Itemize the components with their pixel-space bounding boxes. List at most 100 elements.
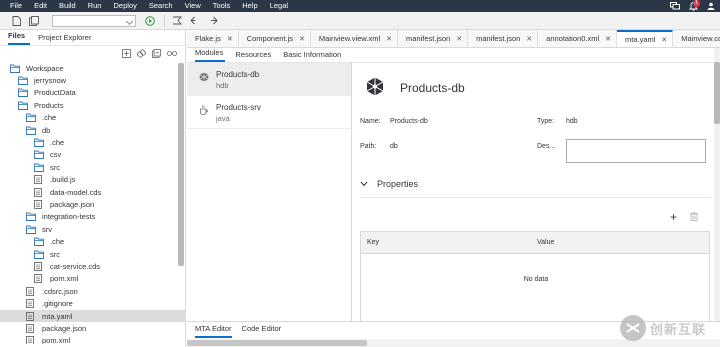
tree-item-label: cat-service.cds bbox=[50, 261, 101, 271]
folder-icon bbox=[26, 113, 36, 123]
link-editor-icon[interactable] bbox=[137, 49, 146, 60]
tab-files[interactable]: Files bbox=[8, 31, 31, 45]
forward-icon[interactable] bbox=[205, 13, 221, 29]
editor-tab[interactable]: Mainview.co bbox=[673, 30, 720, 47]
description-input[interactable] bbox=[566, 139, 706, 163]
tree-item[interactable]: .che bbox=[0, 112, 185, 124]
new-file-icon[interactable] bbox=[8, 13, 24, 29]
editor-tab[interactable]: Component.js ✕ bbox=[239, 30, 311, 47]
tree-item[interactable]: package.json bbox=[0, 198, 185, 210]
tree-item[interactable]: src bbox=[0, 248, 185, 260]
editor-tab[interactable]: Mainview.view.xml ✕ bbox=[311, 30, 399, 47]
menubar: File Edit Build Run Deploy Search View T… bbox=[0, 0, 720, 12]
collapse-all-icon[interactable] bbox=[152, 48, 161, 60]
menu-view[interactable]: View bbox=[179, 0, 207, 12]
notification-count-badge: 1 bbox=[692, 0, 700, 7]
module-type: java bbox=[216, 114, 230, 123]
tree-item-label: src bbox=[50, 162, 60, 172]
show-hidden-icon[interactable] bbox=[167, 49, 177, 59]
tab-mta-editor[interactable]: MTA Editor bbox=[195, 322, 232, 338]
file-icon bbox=[34, 274, 44, 284]
tree-item-label: .gitignore bbox=[42, 299, 73, 309]
module-item-products-srv[interactable]: Products-srv java bbox=[187, 96, 351, 129]
tree-item[interactable]: .che bbox=[0, 235, 185, 247]
editor-tab[interactable]: annotation0.xml ✕ bbox=[538, 30, 617, 47]
editor-tab[interactable]: Flake.js ✕ bbox=[187, 30, 239, 47]
module-item-products-db[interactable]: Products-db hdb bbox=[187, 63, 351, 96]
folder-icon bbox=[26, 225, 36, 234]
tree-item[interactable]: data-model.cds bbox=[0, 186, 185, 198]
tab-project-explorer[interactable]: Project Explorer bbox=[38, 33, 96, 45]
tree-item-label: pom.xml bbox=[42, 336, 71, 344]
module-type: hdb bbox=[216, 81, 229, 90]
tree-item-label: .che bbox=[50, 138, 65, 148]
tree-item[interactable]: package.json bbox=[0, 322, 185, 334]
tree-item[interactable]: .build.js bbox=[0, 174, 185, 186]
close-tab-icon[interactable]: ✕ bbox=[605, 35, 611, 43]
tree-item[interactable]: Products bbox=[0, 99, 185, 111]
close-tab-icon[interactable]: ✕ bbox=[386, 35, 392, 43]
close-tab-icon[interactable]: ✕ bbox=[661, 36, 667, 44]
tree-item[interactable]: cat-service.cds bbox=[0, 260, 185, 272]
add-property-button[interactable]: + bbox=[670, 211, 677, 223]
tab-modules[interactable]: Modules bbox=[195, 48, 226, 62]
tree-item[interactable]: .gitignore bbox=[0, 297, 185, 309]
editor-tab[interactable]: manifest.json ✕ bbox=[398, 30, 469, 47]
bookmark-icon[interactable] bbox=[169, 13, 185, 29]
name-value: Products-db bbox=[390, 118, 428, 125]
delete-property-icon[interactable] bbox=[690, 212, 698, 223]
tree-item[interactable]: csv bbox=[0, 149, 185, 161]
run-config-select[interactable] bbox=[52, 14, 136, 27]
properties-section-toggle[interactable]: Properties bbox=[360, 179, 418, 189]
tree-item[interactable]: pom.xml bbox=[0, 273, 185, 285]
menu-tools[interactable]: Tools bbox=[207, 0, 237, 12]
tree-item[interactable]: integration-tests bbox=[0, 211, 185, 223]
close-tab-icon[interactable]: ✕ bbox=[526, 35, 532, 43]
close-tab-icon[interactable]: ✕ bbox=[299, 35, 305, 43]
toolbar bbox=[0, 12, 720, 30]
menu-legal[interactable]: Legal bbox=[264, 0, 294, 12]
editor-tab[interactable]: manifest.json ✕ bbox=[468, 30, 539, 47]
tab-code-editor[interactable]: Code Editor bbox=[242, 322, 282, 336]
properties-table: Key Value No data bbox=[360, 231, 710, 321]
editor-scrollbar-thumb[interactable] bbox=[714, 62, 720, 124]
tree-item-label: integration-tests bbox=[42, 212, 96, 222]
run-icon[interactable] bbox=[142, 13, 158, 29]
horizontal-scrollbar-thumb[interactable] bbox=[187, 340, 367, 346]
file-tree: Workspace jerrysnow ProductData Products .ch… bbox=[0, 62, 185, 344]
tree-item[interactable]: srv bbox=[0, 223, 185, 235]
tree-item[interactable]: db bbox=[0, 124, 185, 136]
save-all-icon[interactable] bbox=[26, 13, 42, 29]
editor-tab[interactable]: mta.yaml ✕ bbox=[616, 30, 674, 47]
tree-item[interactable]: jerrysnow bbox=[0, 74, 185, 86]
tab-resources[interactable]: Resources bbox=[235, 50, 273, 62]
left-panel-scrollbar[interactable] bbox=[178, 63, 184, 266]
back-icon[interactable] bbox=[187, 13, 203, 29]
user-menu-icon[interactable] bbox=[702, 0, 720, 12]
tab-basic-information[interactable]: Basic Information bbox=[283, 50, 343, 62]
tree-item[interactable]: .cdsrc.json bbox=[0, 285, 185, 297]
menu-build[interactable]: Build bbox=[53, 0, 82, 12]
column-header-value: Value bbox=[537, 239, 555, 246]
menu-search[interactable]: Search bbox=[143, 0, 179, 12]
menu-deploy[interactable]: Deploy bbox=[107, 0, 142, 12]
tree-item[interactable]: ProductData bbox=[0, 87, 185, 99]
menu-run[interactable]: Run bbox=[82, 0, 108, 12]
tree-item[interactable]: src bbox=[0, 161, 185, 173]
menu-file[interactable]: File bbox=[0, 0, 28, 12]
menu-help[interactable]: Help bbox=[236, 0, 263, 12]
tree-item[interactable]: mta.yaml bbox=[0, 309, 185, 323]
no-data-message: No data bbox=[523, 276, 549, 283]
menu-edit[interactable]: Edit bbox=[28, 0, 53, 12]
tree-item[interactable]: pom.xml bbox=[0, 335, 185, 344]
new-folder-icon[interactable] bbox=[122, 48, 131, 60]
menubar-right: 1 bbox=[666, 0, 720, 12]
close-tab-icon[interactable]: ✕ bbox=[456, 35, 462, 43]
tree-item[interactable]: Workspace bbox=[0, 62, 185, 74]
notifications-bell-icon[interactable]: 1 bbox=[684, 0, 702, 12]
close-tab-icon[interactable]: ✕ bbox=[227, 35, 233, 43]
chat-icon[interactable] bbox=[666, 0, 684, 12]
watermark-logo-icon bbox=[620, 315, 646, 341]
tree-item[interactable]: .che bbox=[0, 136, 185, 148]
editor-scrollbar[interactable] bbox=[714, 48, 720, 321]
